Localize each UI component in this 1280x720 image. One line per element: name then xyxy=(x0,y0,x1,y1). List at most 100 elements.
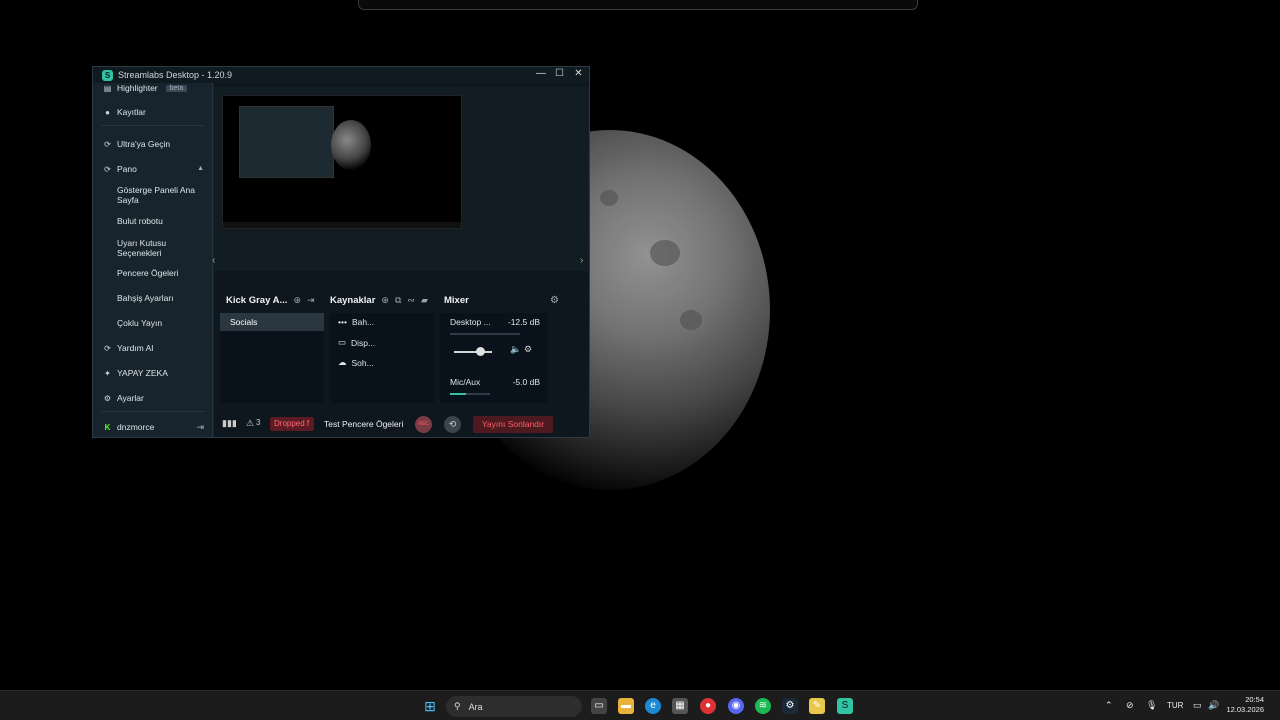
chat-icon: ☁ xyxy=(338,357,347,367)
dropped-frames-badge: Dropped f xyxy=(270,417,314,431)
clock[interactable]: 20:54 12.03.2026 xyxy=(1226,695,1264,715)
sidebar-item-highlighter[interactable]: ▤ Highlighter beta xyxy=(103,83,188,93)
task-view-icon[interactable]: ▭ xyxy=(591,698,607,714)
channel-gear-icon[interactable]: ⚙ xyxy=(524,344,532,355)
chevron-up-tray-icon[interactable]: ⌃ xyxy=(1105,700,1113,711)
sidebar-item-label: Ayarlar xyxy=(117,393,144,403)
sidebar-subitem-pencere[interactable]: Pencere Ögeleri xyxy=(117,268,203,278)
search-icon: ⚲ xyxy=(454,701,461,711)
stream-preview[interactable] xyxy=(222,95,462,229)
collapse-left-icon[interactable]: ‹ xyxy=(212,255,215,266)
volume-slider-knob[interactable] xyxy=(476,347,485,356)
replay-buffer-button[interactable]: ⟲ xyxy=(444,416,461,433)
streamlabs-taskbar-icon[interactable]: S xyxy=(837,698,853,714)
mixer-settings-icon[interactable]: ⚙ xyxy=(550,295,559,306)
language-indicator[interactable]: TUR xyxy=(1167,701,1183,710)
sidebar-item-yapay[interactable]: ✦ YAPAY ZEKA xyxy=(103,368,168,378)
warning-icon[interactable]: ⚠ xyxy=(246,418,254,429)
streamlabs-icon: S xyxy=(102,69,113,81)
channel-name: Mic/Aux xyxy=(450,377,481,387)
taskbar-search[interactable]: ⚲ Ara xyxy=(446,696,582,717)
close-button[interactable]: ✕ xyxy=(574,68,583,79)
sidebar-item-kayitlar[interactable]: ● Kayıtlar xyxy=(103,107,146,117)
scenes-panel: Socials xyxy=(220,313,324,403)
top-bar xyxy=(358,0,918,10)
bottom-docks: Kick Gray A... ⊕ ⇥ Socials Kaynaklar ⊕ ⧉… xyxy=(214,291,589,411)
sidebar-item-label: YAPAY ZEKA xyxy=(117,368,168,378)
sidebar-subitem-gosterge[interactable]: Gösterge Paneli Ana Sayfa xyxy=(117,185,203,205)
chevron-up-icon[interactable]: ▲ xyxy=(197,165,204,172)
add-scene-icon[interactable]: ⊕ xyxy=(293,295,301,306)
end-stream-button[interactable]: Yayını Sonlandır xyxy=(473,416,553,433)
sidebar-item-label: Kayıtlar xyxy=(117,107,146,117)
sidebar-item-label: Highlighter xyxy=(117,83,158,93)
sparkle-icon: ✦ xyxy=(104,368,111,378)
display-icon[interactable]: ▭ xyxy=(1193,700,1202,711)
username: dnzmorce xyxy=(117,422,155,432)
sidebar-subitem-bulut[interactable]: Bulut robotu xyxy=(117,216,203,226)
sidebar-item-pano[interactable]: ⟳ Pano xyxy=(103,164,137,174)
maximize-button[interactable]: ☐ xyxy=(555,68,564,79)
sources-header: Kaynaklar ⊕ ⧉ ∾ ▰ xyxy=(330,295,428,306)
dots-icon: ••• xyxy=(338,317,347,327)
channel-level: -5.0 dB xyxy=(512,377,540,387)
sources-panel: ••• Bah... ▭ Disp... ☁ Soh... xyxy=(330,313,434,403)
spotify-icon[interactable]: ≋ xyxy=(755,698,771,714)
folder-icon[interactable]: ▰ xyxy=(421,295,428,306)
scene-transition-icon[interactable]: ⇥ xyxy=(307,295,315,306)
speaker-icon[interactable]: 🔈 xyxy=(510,344,521,355)
mixer-channel: Desktop ... -12.5 dB xyxy=(450,317,540,327)
source-group-icon[interactable]: ⧉ xyxy=(395,295,401,306)
scenes-header: Kick Gray A... ⊕ ⇥ xyxy=(226,295,315,306)
source-item[interactable]: ▭ Disp... xyxy=(338,337,375,348)
volume-icon[interactable]: 🔊 xyxy=(1208,700,1219,711)
active-scene-name: Test Pencere Ögeleri xyxy=(324,419,404,429)
windows-start-icon[interactable]: ⊞ xyxy=(422,698,438,714)
notes-icon[interactable]: ✎ xyxy=(809,698,825,714)
source-item[interactable]: ☁ Soh... xyxy=(338,357,374,368)
volume-slider[interactable] xyxy=(454,351,492,353)
logout-icon[interactable]: ⇥ xyxy=(196,422,204,433)
store-icon[interactable]: ▦ xyxy=(672,698,688,714)
preview-window-capture xyxy=(239,106,334,178)
window-title: Streamlabs Desktop - 1.20.9 xyxy=(118,70,233,80)
sidebar: ▤ Highlighter beta ● Kayıtlar ⟳ Ultra'ya… xyxy=(93,83,213,437)
network-muted-icon[interactable]: ⊘ xyxy=(1126,700,1134,711)
desktop: S Streamlabs Desktop - 1.20.9 — ☐ ✕ ▤ Hi… xyxy=(0,0,1280,690)
warning-count: 3 xyxy=(256,418,261,427)
chrome-icon[interactable]: ● xyxy=(700,698,716,714)
steam-icon[interactable]: ⚙ xyxy=(782,698,798,714)
channel-level: -12.5 dB xyxy=(507,317,540,327)
source-item[interactable]: ••• Bah... xyxy=(338,317,374,327)
volume-meter xyxy=(450,333,520,335)
stats-icon[interactable]: ▮▮▮ xyxy=(222,418,237,429)
sidebar-item-label: Yardım Al xyxy=(117,343,154,353)
editor-main: ‹ › Kick Gray A... ⊕ ⇥ Socials Kaynaklar… xyxy=(212,83,589,437)
sources-title: Kaynaklar xyxy=(330,295,376,306)
sidebar-subitem-uyari[interactable]: Uyarı Kutusu Seçenekleri xyxy=(117,238,203,258)
monitor-icon: ▭ xyxy=(338,337,347,347)
scene-item[interactable]: Socials xyxy=(220,313,324,331)
sidebar-subitem-coklu[interactable]: Çoklu Yayın xyxy=(117,318,203,328)
add-source-icon[interactable]: ⊕ xyxy=(381,295,389,306)
user-profile[interactable]: K dnzmorce xyxy=(103,422,155,432)
play-icon: ● xyxy=(105,107,110,117)
kick-icon: K xyxy=(104,422,111,432)
volume-meter xyxy=(450,393,490,395)
sidebar-item-yardim[interactable]: ⟳ Yardım Al xyxy=(103,343,153,353)
discord-icon[interactable]: ◉ xyxy=(728,698,744,714)
sidebar-item-label: Pano xyxy=(117,164,137,174)
sidebar-item-ultra[interactable]: ⟳ Ultra'ya Geçin xyxy=(103,139,170,149)
mixer-title: Mixer xyxy=(444,295,469,306)
mic-icon[interactable]: 🎙 xyxy=(1146,700,1157,711)
beta-badge: beta xyxy=(165,84,188,92)
minimize-button[interactable]: — xyxy=(536,68,546,79)
collapse-right-icon[interactable]: › xyxy=(580,255,583,266)
edge-browser-icon[interactable]: e xyxy=(645,698,661,714)
clock-time: 20:54 xyxy=(1245,695,1264,704)
file-explorer-icon[interactable]: ▬ xyxy=(618,698,634,714)
sidebar-item-ayarlar[interactable]: ⚙ Ayarlar xyxy=(103,393,144,403)
record-button[interactable]: REC xyxy=(415,416,432,433)
source-link-icon[interactable]: ∾ xyxy=(407,295,415,306)
sidebar-subitem-bahsis[interactable]: Bahşiş Ayarları xyxy=(117,293,203,303)
